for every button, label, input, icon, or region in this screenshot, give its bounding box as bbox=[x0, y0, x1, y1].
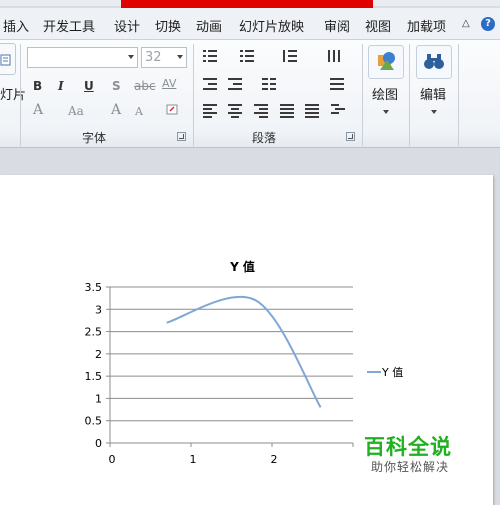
legend-label: Y 值 bbox=[381, 366, 403, 379]
y-tick-label: 3.5 bbox=[85, 281, 103, 294]
y-tick-label: 2.5 bbox=[85, 326, 103, 339]
watermark-subtitle: 助你轻松解决 bbox=[371, 460, 450, 474]
y-tick-label: 0.5 bbox=[85, 415, 103, 428]
series-line bbox=[166, 295, 322, 408]
y-tick-label: 1.5 bbox=[85, 370, 103, 383]
y-tick-label: 0 bbox=[95, 437, 102, 450]
x-tick-label: 0 bbox=[109, 453, 116, 466]
x-tick-label: 2 bbox=[271, 453, 278, 466]
watermark-title: 百科全说 bbox=[364, 435, 452, 459]
line-chart[interactable]: 0 0.5 1 1.5 2 2.5 3 3.5 0 1 2 Y 值 bbox=[0, 0, 500, 505]
y-tick-label: 2 bbox=[95, 348, 102, 361]
y-tick-label: 3 bbox=[95, 303, 102, 316]
y-tick-label: 1 bbox=[95, 392, 102, 405]
x-tick-label: 1 bbox=[190, 453, 197, 466]
